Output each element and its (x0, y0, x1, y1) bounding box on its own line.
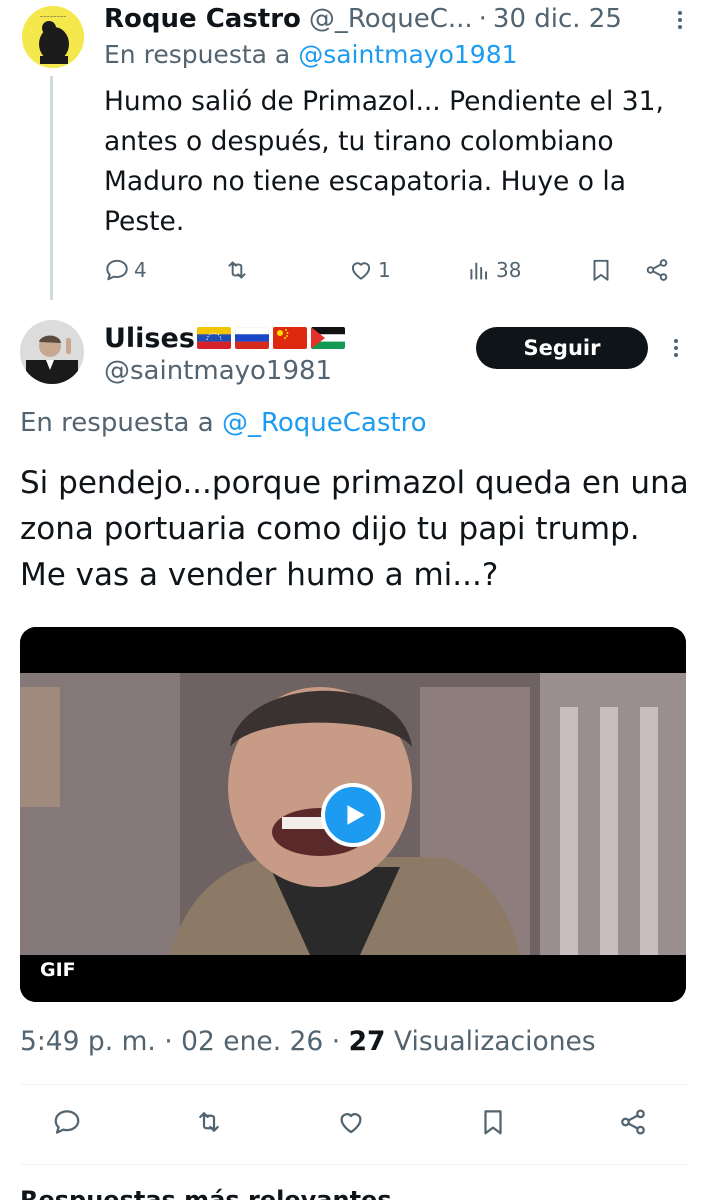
reply-button[interactable] (52, 1104, 82, 1140)
china-flag-icon (272, 327, 307, 349)
replies-sort-label: Respuestas más relevantes (20, 1186, 392, 1200)
retweet-button[interactable] (194, 1104, 224, 1140)
share-icon (621, 1109, 645, 1135)
reply-mention-link[interactable]: @saintmayo1981 (298, 40, 517, 69)
play-button[interactable] (321, 783, 385, 847)
share-button[interactable] (644, 252, 670, 288)
author-handle[interactable]: @_RoqueC... (309, 4, 473, 34)
more-icon[interactable] (664, 334, 688, 362)
views-label: Visualizaciones (393, 1026, 596, 1057)
gif-badge: GIF (32, 957, 84, 983)
share-icon (646, 259, 668, 281)
separator-dot: · (164, 1026, 173, 1057)
retweet-icon (199, 1112, 219, 1132)
views-count: 38 (496, 258, 522, 282)
reply-context: En respuesta a @saintmayo1981 (104, 40, 518, 69)
reply-mention-link[interactable]: @_RoqueCastro (222, 408, 427, 438)
avatar[interactable] (20, 320, 84, 384)
venezuela-flag-icon (196, 327, 231, 349)
thread-connector-line (50, 76, 53, 300)
gif-media[interactable]: GIF (20, 627, 686, 1002)
views-button[interactable]: 38 (466, 252, 521, 288)
comment-icon (106, 259, 128, 281)
palestine-flag-icon (310, 327, 345, 349)
author-name-row: Ulises (104, 320, 345, 356)
tweet-actions (0, 1104, 706, 1144)
tweet-thread-page: ~~~~~~~~ Roque Castro @_RoqueC... · 30 d… (0, 0, 706, 1200)
divider (20, 1084, 686, 1085)
separator-dot: · (331, 1026, 341, 1057)
retweet-button[interactable] (224, 252, 250, 288)
comment-icon (54, 1110, 80, 1134)
tweet-text: Si pendejo...porque primazol queda en un… (20, 465, 689, 593)
heart-icon (340, 1113, 362, 1134)
bookmark-button[interactable] (478, 1104, 508, 1140)
replies-sort-dropdown[interactable]: Respuestas más relevantes ⌄ (20, 1186, 420, 1200)
tweet-text: Humo salió de Primazol... Pendiente el 3… (104, 86, 664, 237)
play-icon (347, 805, 365, 825)
reply-prefix: En respuesta a (20, 408, 214, 438)
bar-chart-icon (470, 262, 488, 280)
bookmark-icon (593, 259, 609, 281)
bookmark-icon (484, 1110, 502, 1135)
heart-icon (351, 262, 371, 280)
reply-context: En respuesta a @_RoqueCastro (20, 408, 427, 438)
bookmark-button[interactable] (588, 252, 614, 288)
tweet-date[interactable]: 02 ene. 26 (181, 1026, 323, 1057)
reply-count: 4 (134, 258, 147, 282)
reply-prefix: En respuesta a (104, 40, 291, 69)
like-button[interactable]: 1 (348, 252, 391, 288)
reply-button[interactable]: 4 (104, 252, 147, 288)
avatar[interactable]: ~~~~~~~~ (22, 6, 84, 68)
share-button[interactable] (618, 1104, 648, 1140)
tweet-date[interactable]: 30 dic. 25 (493, 4, 622, 34)
divider (20, 1164, 686, 1165)
retweet-icon (228, 261, 246, 279)
views-count: 27 (348, 1026, 386, 1057)
tweet-actions: 4 1 38 (104, 252, 684, 288)
more-icon[interactable] (668, 8, 692, 32)
tweet-meta: 5:49 p. m. · 02 ene. 26 · 27 Visualizaci… (20, 1026, 596, 1057)
chevron-down-icon: ⌄ (399, 1186, 421, 1200)
tweet-time[interactable]: 5:49 p. m. (20, 1026, 156, 1057)
like-count: 1 (378, 258, 391, 282)
parent-tweet-header: Roque Castro @_RoqueC... · 30 dic. 25 (104, 2, 694, 36)
author-name[interactable]: Roque Castro (104, 4, 301, 34)
name-emoji-flags (196, 327, 345, 349)
svg-text:~~~~~~~~: ~~~~~~~~ (40, 14, 67, 19)
russia-flag-icon (234, 327, 269, 349)
like-button[interactable] (336, 1104, 366, 1140)
follow-button[interactable]: Seguir (476, 327, 648, 369)
author-name[interactable]: Ulises (104, 323, 195, 354)
separator-dot: · (478, 4, 487, 34)
author-handle[interactable]: @saintmayo1981 (104, 356, 332, 386)
